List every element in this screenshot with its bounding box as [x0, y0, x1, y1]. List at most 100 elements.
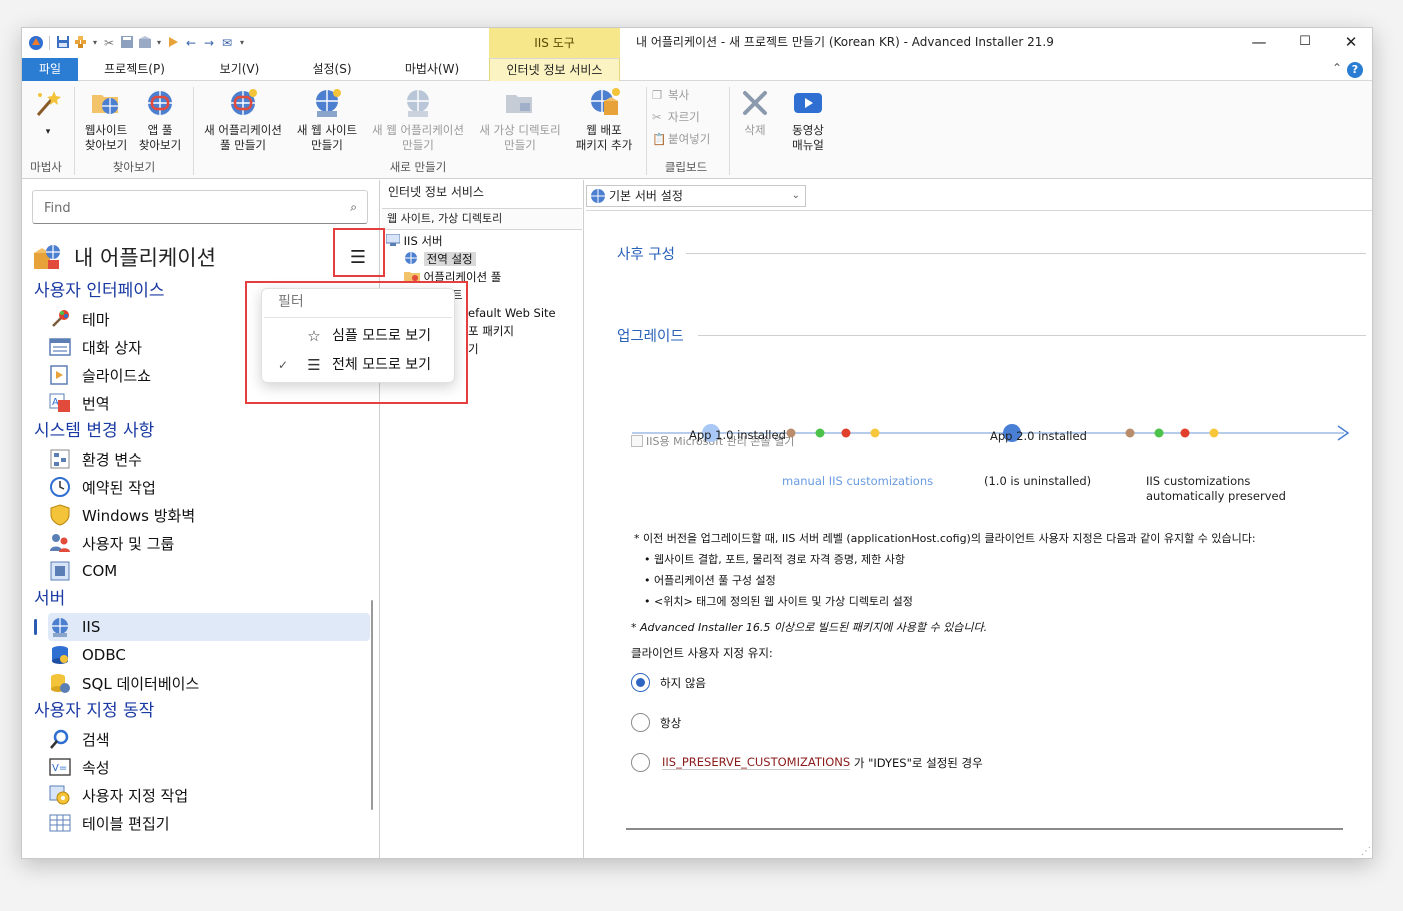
tree-node-other[interactable]: 기 [468, 340, 479, 358]
forward-arrow-icon[interactable]: → [201, 35, 217, 51]
nav-item-users-groups[interactable]: 사용자 및 그룹 [48, 529, 370, 557]
app-header: 내 어플리케이션 [32, 242, 216, 272]
nav-item-properties[interactable]: V= 속성 [48, 753, 370, 781]
package-icon[interactable] [137, 35, 153, 51]
back-arrow-icon[interactable]: ← [183, 35, 199, 51]
tab-wizard[interactable]: 마법사(W) [392, 58, 472, 81]
search-input[interactable] [42, 198, 332, 218]
new-virtual-dir-button[interactable]: 새 가상 디렉토리 만들기 [472, 87, 568, 153]
build-icon[interactable] [73, 35, 89, 51]
web-deploy-package-button[interactable]: 웹 배포 패키지 추가 [568, 87, 640, 153]
category-custom-behavior[interactable]: 사용자 지정 동작 [34, 698, 154, 724]
iis-icon [48, 615, 72, 639]
tab-view[interactable]: 보기(V) [202, 58, 277, 81]
nav-item-env-variables[interactable]: 환경 변수 [48, 445, 370, 473]
save-icon[interactable] [55, 35, 71, 51]
tab-settings[interactable]: 설정(S) [297, 58, 367, 81]
svg-text:A: A [52, 397, 59, 408]
nav-item-odbc[interactable]: ODBC [48, 641, 370, 669]
search-icon [48, 727, 72, 751]
radio-button[interactable] [631, 673, 650, 692]
left-scrollbar[interactable] [371, 600, 373, 810]
browse-app-pool-icon [148, 91, 172, 115]
nav-item-firewall[interactable]: Windows 방화벽 [48, 501, 370, 529]
filter-button[interactable]: ☰ [335, 242, 379, 276]
radio-button[interactable] [631, 713, 650, 732]
radio-never[interactable]: 하지 않음 [631, 673, 706, 692]
app1-label: App 1.0 installed [689, 428, 786, 442]
nav-item-com[interactable]: COM [48, 557, 370, 585]
nav-item-translation[interactable]: A 번역 [48, 389, 370, 417]
tab-project[interactable]: 프로젝트(P) [92, 58, 177, 81]
nav-item-table-editor[interactable]: 테이블 편집기 [48, 809, 370, 837]
property-name[interactable]: IIS_PRESERVE_CUSTOMIZATIONS [662, 755, 851, 770]
dropdown-arrow-icon[interactable]: ▾ [91, 35, 99, 51]
category-system-changes[interactable]: 시스템 변경 사항 [34, 418, 154, 444]
left-navigation-pane: ⌕ 내 어플리케이션 ☰ 사용자 인터페이스 테마 대화 상자 슬라이드쇼 A … [22, 180, 380, 858]
copy-button[interactable]: ❐ 복사 [652, 85, 689, 105]
group-clipboard-label: 클립보드 [664, 160, 708, 174]
tree-node-iis-server[interactable]: IIS 서버 [385, 232, 443, 250]
menu-item-full-mode[interactable]: ✓ ☰ 전체 모드로 보기 [264, 351, 452, 379]
nav-item-scheduled-tasks[interactable]: 예약된 작업 [48, 473, 370, 501]
tab-file[interactable]: 파일 [22, 58, 78, 81]
help-icon[interactable]: ? [1347, 62, 1363, 78]
radio-conditional[interactable]: IIS_PRESERVE_CUSTOMIZATIONS 가 "IDYES"로 설… [631, 753, 983, 772]
tree-node-app-pools[interactable]: 어플리케이션 풀 [404, 268, 501, 286]
svg-text:V=: V= [52, 763, 67, 774]
new-website-button[interactable]: 새 웹 사이트 만들기 [290, 87, 364, 153]
save-all-icon[interactable] [119, 35, 135, 51]
cut-icon: ✂ [652, 110, 662, 124]
nav-item-search[interactable]: 검색 [48, 725, 370, 753]
ribbon-tabs: 파일 프로젝트(P) 보기(V) 설정(S) 마법사(W) 인터넷 정보 서비스… [22, 58, 1372, 82]
tab-iis[interactable]: 인터넷 정보 서비스 [489, 58, 620, 82]
new-web-app-button[interactable]: 새 웹 어플리케이션 만들기 [364, 87, 472, 153]
cut-button[interactable]: ✂ 자르기 [652, 107, 700, 127]
quick-access-toolbar: ▾ ✂ ▾ ← → ✉ ▾ [28, 34, 247, 52]
dialog-icon [48, 335, 72, 359]
tree-node-deploy-package[interactable]: 포 패키지 [468, 322, 514, 340]
settings-pane: 기본 서버 설정 ⌄ 사후 구성 IIS용 Microsoft 관리 콘솔 열기… [586, 180, 1372, 858]
paste-button[interactable]: 📋 붙여넣기 [652, 129, 710, 149]
tree-node-global-settings[interactable]: 전역 설정 [404, 250, 476, 268]
dropdown-arrow-icon[interactable]: ▾ [155, 35, 163, 51]
delete-button[interactable]: 삭제 [733, 87, 777, 138]
nav-item-iis[interactable]: IIS [48, 613, 370, 641]
radio-button[interactable] [631, 753, 650, 772]
video-manual-button[interactable]: 동영상 매뉴얼 [784, 87, 832, 153]
right-horizontal-scrollbar[interactable] [626, 828, 1343, 830]
title-bar: ▾ ✂ ▾ ← → ✉ ▾ IIS 도구 내 어플리케이션 - 새 프로젝트 만… [22, 28, 1372, 58]
global-settings-icon [405, 252, 417, 264]
cut-toolbar-icon[interactable]: ✂ [101, 35, 117, 51]
maximize-button[interactable]: ☐ [1282, 28, 1328, 58]
wizard-button[interactable]: ▾ [28, 87, 68, 140]
env-variables-icon [48, 447, 72, 471]
radio-always[interactable]: 항상 [631, 713, 681, 732]
search-box[interactable]: ⌕ [32, 190, 368, 224]
new-web-app-icon [407, 90, 429, 117]
browse-website-icon [92, 95, 118, 114]
settings-dropdown[interactable]: 기본 서버 설정 ⌄ [586, 185, 806, 207]
customize-toolbar-icon[interactable]: ▾ [237, 35, 247, 51]
app2-label: App 2.0 installed [990, 429, 1087, 443]
run-icon[interactable] [165, 35, 181, 51]
category-user-interface[interactable]: 사용자 인터페이스 [34, 278, 165, 304]
collapse-ribbon-icon[interactable]: ⌃ [1332, 61, 1342, 75]
resize-grip-icon[interactable]: ⋰ [1361, 846, 1371, 857]
close-button[interactable]: ✕ [1328, 28, 1372, 58]
browse-app-pool-button[interactable]: 앱 풀 찾아보기 [134, 87, 186, 153]
minimize-button[interactable]: — [1236, 28, 1282, 58]
browse-website-button[interactable]: 웹사이트 찾아보기 [80, 87, 132, 153]
nav-item-custom-action[interactable]: 사용자 지정 작업 [48, 781, 370, 809]
menu-item-simple-mode[interactable]: ☆ 심플 모드로 보기 [264, 322, 452, 350]
mail-icon[interactable]: ✉ [219, 35, 235, 51]
tree-node-default-web-site[interactable]: efault Web Site [468, 304, 556, 322]
new-app-pool-button[interactable]: 새 어플리케이션 풀 만들기 [196, 87, 290, 153]
search-icon[interactable]: ⌕ [350, 200, 357, 215]
category-server[interactable]: 서버 [34, 586, 65, 612]
nav-item-sql-database[interactable]: SQL 데이터베이스 [48, 669, 370, 697]
table-editor-icon [48, 811, 72, 835]
check-icon: ✓ [278, 358, 289, 372]
wizard-dropdown-icon: ▾ [45, 127, 51, 137]
upgrade-note: * 이전 버전을 업그레이드할 때, IIS 서버 레벨 (applicatio… [634, 532, 1256, 545]
